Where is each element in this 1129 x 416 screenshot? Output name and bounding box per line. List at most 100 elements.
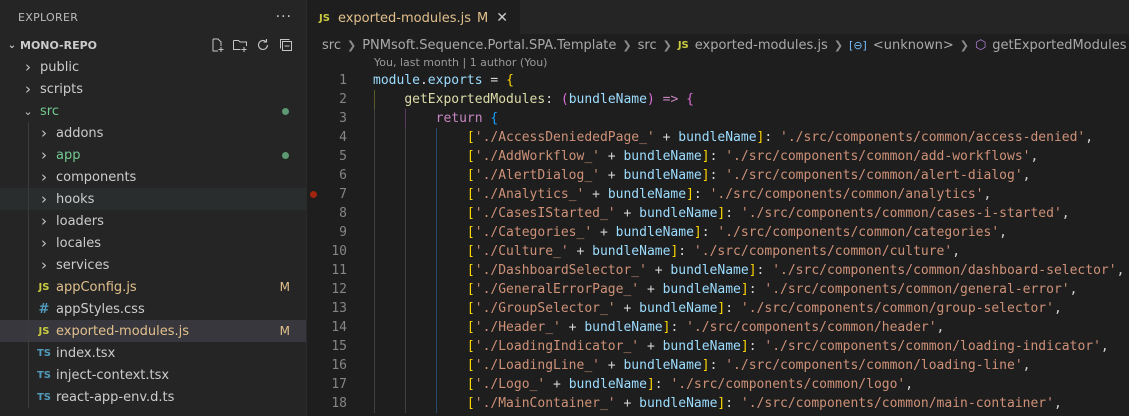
code-line[interactable]: 11 ['./DashboardSelector_' + bundleName]… [307,261,1129,280]
code-line[interactable]: 16 ['./LoadingLine_' + bundleName]: './s… [307,356,1129,375]
folder-item-addons[interactable]: › addons [0,122,306,144]
folder-item-services[interactable]: › services [0,254,306,276]
code-line[interactable]: 9 ['./Categories_' + bundleName]: './src… [307,223,1129,242]
tree-item-label: scripts [40,81,83,97]
code-line[interactable]: 12 ['./GeneralErrorPage_' + bundleName]:… [307,280,1129,299]
close-icon[interactable]: ✕ [496,10,508,26]
code-token: bundleName [678,130,757,145]
indent-guide [28,232,29,254]
collapse-all-icon[interactable] [278,37,294,53]
code-line[interactable]: 14 ['./Header_' + bundleName]: './src/co… [307,318,1129,337]
ts-file-icon: TS [36,369,52,381]
code-token: [ [466,320,475,335]
entry-key: './Culture_' [474,244,569,259]
code-token: + [599,168,624,183]
file-item-inject-context-tsx[interactable]: TS inject-context.tsx [0,364,306,386]
breakpoint-icon[interactable] [310,191,317,198]
code-token: : [709,358,726,373]
code-line[interactable]: 7 ['./Analytics_' + bundleName]: './src/… [307,185,1129,204]
folder-item-scripts[interactable]: › scripts [0,78,306,100]
indent-guide [28,166,29,188]
code-line[interactable]: 5 ['./AddWorkflow_' + bundleName]: './sr… [307,147,1129,166]
code-token: bundleName [568,377,647,392]
code-line[interactable]: 2 getExportedModules: (bundleName) => { [307,90,1129,109]
code-token: + [592,225,616,240]
code-line[interactable]: 8 ['./CasesIStarted_' + bundleName]: './… [307,204,1129,223]
code-token: ) [646,92,655,107]
code-token: getExportedModules [404,92,546,107]
folder-item-app[interactable]: › app [0,144,306,166]
code-line[interactable]: 15 ['./LoadingIndicator_' + bundleName]:… [307,337,1129,356]
code-token: , [936,320,945,335]
breadcrumb-part-0[interactable]: src [322,38,341,53]
code-line[interactable]: 17 ['./Logo_' + bundleName]: './src/comp… [307,375,1129,394]
file-item-react-app-env-d-ts[interactable]: TS react-app-env.d.ts [0,386,306,408]
code-line[interactable]: 4 ['./AccessDeniededPage_' + bundleName]… [307,128,1129,147]
indent-guide [405,261,406,280]
refresh-icon[interactable] [255,37,271,53]
tree-item-label: react-app-env.d.ts [56,389,175,405]
indent-guide [374,318,375,337]
code-token: + [615,396,640,411]
breadcrumb-method[interactable]: getExportedModules [992,38,1126,53]
folder-item-src[interactable]: ⌄ src [0,100,306,122]
folder-item-public[interactable]: › public [0,56,306,78]
file-item-index-tsx[interactable]: TS index.tsx [0,342,306,364]
code-line[interactable]: 18 ['./MainContainer_' + bundleName]: '.… [307,394,1129,413]
folder-item-locales[interactable]: › locales [0,232,306,254]
code-text: ['./LoadingLine_' + bundleName]: './src/… [373,356,1031,375]
new-file-icon[interactable] [209,37,225,53]
indent-guide [374,147,375,166]
chevron-right-icon: ❯ [959,38,969,52]
breadcrumb-file[interactable]: exported-modules.js [695,38,828,53]
indent-guide [436,337,437,356]
folder-item-hooks[interactable]: › hooks [0,188,306,210]
indent-guide [405,394,406,413]
indent-guide [405,318,406,337]
new-folder-icon[interactable] [232,37,248,53]
folder-item-components[interactable]: › components [0,166,306,188]
breadcrumb-part-2[interactable]: src [638,38,657,53]
file-item-appstyles-css[interactable]: # appStyles.css [0,298,306,320]
codelens-blame[interactable]: You, last month | 1 author (You) [307,56,1129,71]
breadcrumb-part-1[interactable]: PNMsoft.Sequence.Portal.SPA.Template [362,38,616,53]
line-number: 17 [331,377,347,392]
code-token: : [654,377,671,392]
indent-guide [436,204,437,223]
indent-guide [28,320,29,342]
tab-exported-modules[interactable]: JS exported-modules.js M ✕ [307,0,520,35]
indent-guide [374,185,375,204]
code-token: [ [466,130,475,145]
indent-guide [374,394,375,413]
code-token: bundleName [662,339,741,354]
indent-guide [405,337,406,356]
code-line[interactable]: 3 return { [307,109,1129,128]
code-text: module.exports = { [373,71,514,90]
folder-item-loaders[interactable]: › loaders [0,210,306,232]
code-line[interactable]: 1 module.exports = { [307,71,1129,90]
chevron-down-icon: ⌄ [7,39,17,51]
indent-guide [405,280,406,299]
file-item-appconfig-js[interactable]: JS appConfig.js M [0,276,306,298]
line-number: 10 [331,244,347,259]
repo-section-header[interactable]: ⌄ MONO-REPO [0,34,306,56]
code-editor[interactable]: 1 module.exports = {2 getExportedModules:… [307,71,1129,413]
tree-item-label: appConfig.js [56,279,137,295]
code-token: bundleName [607,187,687,202]
file-item-exported-modules-js[interactable]: JS exported-modules.js M [0,320,306,342]
line-number: 11 [331,263,347,278]
ellipsis-icon[interactable]: ··· [276,9,292,25]
indent-guide [28,386,29,408]
code-line[interactable]: 6 ['./AlertDialog_' + bundleName]: './sr… [307,166,1129,185]
indent-guide [374,299,375,318]
code-token: ] [701,358,710,373]
indent-guide [405,223,406,242]
entry-key: './LoadingLine_' [474,358,600,373]
file-tree: › public › scripts ⌄ src › addons › app › component… [0,56,306,408]
code-line[interactable]: 10 ['./Culture_' + bundleName]: './src/c… [307,242,1129,261]
code-line[interactable]: 13 ['./GroupSelector_' + bundleName]: '.… [307,299,1129,318]
code-token: : [725,301,741,316]
breadcrumb-symbol[interactable]: <unknown> [873,38,954,53]
